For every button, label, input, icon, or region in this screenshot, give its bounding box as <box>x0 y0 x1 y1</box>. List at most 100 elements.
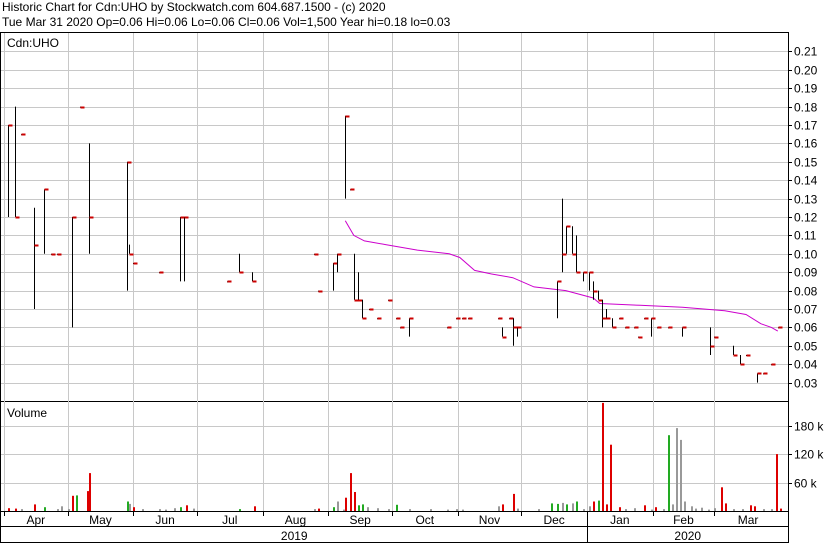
y-axis-labels: 0.03 0.04 0.05 0.06 0.07 0.08 0.09 0.10 0.11 0.12… <box>794 45 824 491</box>
volume-bar <box>513 493 515 511</box>
volume-bar <box>447 509 449 511</box>
volume-bar <box>377 508 379 511</box>
volume-bar <box>165 509 167 511</box>
price-panel-label: Cdn:UHO <box>7 36 59 50</box>
volume-bar <box>551 503 553 511</box>
volume-bar <box>780 508 782 511</box>
volume-bar <box>367 507 369 511</box>
volume-bar <box>672 504 674 511</box>
month-label: Mar <box>738 513 759 527</box>
price-y-tick-label: 0.13 <box>794 193 818 207</box>
volume-bar <box>721 487 723 511</box>
volume-bar <box>44 507 46 511</box>
volume-bar <box>350 473 352 511</box>
volume-bar <box>333 507 335 511</box>
volume-bar <box>76 495 78 511</box>
volume-bar <box>714 508 716 511</box>
volume-bar <box>572 503 574 511</box>
volume-bar <box>180 507 182 511</box>
price-y-tick-label: 0.14 <box>794 174 818 188</box>
volume-bar <box>619 507 621 511</box>
chart-header-title: Historic Chart for Cdn:UHO by Stockwatch… <box>2 0 386 14</box>
month-axis-frame <box>0 511 789 527</box>
volume-bar <box>142 509 144 511</box>
price-y-tick-label: 0.03 <box>794 377 818 391</box>
volume-bar <box>21 509 23 511</box>
month-label: Sep <box>349 513 371 527</box>
volume-bar <box>562 502 564 511</box>
price-y-tick-label: 0.15 <box>794 156 818 170</box>
volume-bar <box>708 509 710 511</box>
volume-bar <box>538 509 540 511</box>
volume-bar <box>159 509 161 511</box>
volume-bar <box>625 509 627 511</box>
volume-bar <box>750 505 752 511</box>
volume-bar <box>68 509 70 511</box>
price-y-tick-label: 0.20 <box>794 64 818 78</box>
volume-bar <box>634 508 636 511</box>
month-label: Apr <box>26 513 45 527</box>
volume-bar <box>610 444 612 511</box>
volume-bar <box>87 491 89 511</box>
volume-bar <box>502 504 504 511</box>
volume-bar <box>644 505 646 511</box>
volume-bar <box>598 500 600 511</box>
volume-y-tick-label: 60 k <box>794 477 818 491</box>
chart-header-quote: Tue Mar 31 2020 Op=0.06 Hi=0.06 Lo=0.06 … <box>2 15 451 29</box>
volume-bar <box>345 497 347 511</box>
volume-bar <box>701 507 703 511</box>
volume-bar <box>362 504 364 511</box>
volume-bar <box>576 501 578 511</box>
volume-bar <box>174 508 176 511</box>
volume-panel-frame <box>0 401 789 512</box>
volume-bar <box>409 509 411 511</box>
month-label: Jul <box>222 513 237 527</box>
price-y-tick-label: 0.21 <box>794 45 818 59</box>
volume-bar <box>354 492 356 511</box>
month-label: Jun <box>155 513 174 527</box>
volume-bar <box>254 506 256 511</box>
volume-bar <box>498 506 500 511</box>
volume-panel-label: Volume <box>7 406 47 420</box>
volume-bar <box>680 439 682 511</box>
price-y-tick-label: 0.10 <box>794 248 818 262</box>
volume-bar <box>668 435 670 511</box>
volume-bar <box>462 509 464 511</box>
volume-bar <box>776 454 778 511</box>
volume-bar <box>733 509 735 511</box>
volume-bar <box>239 509 241 511</box>
volume-bar <box>589 506 591 511</box>
stock-chart: Historic Chart for Cdn:UHO by Stockwatch… <box>0 0 830 543</box>
price-y-tick-label: 0.11 <box>794 229 817 243</box>
volume-bar <box>583 509 585 511</box>
month-label: Jan <box>610 513 629 527</box>
price-y-tick-label: 0.07 <box>794 303 818 317</box>
volume-bar <box>456 509 458 511</box>
volume-bar <box>133 507 135 511</box>
chart-canvas: Historic Chart for Cdn:UHO by Stockwatch… <box>0 0 824 543</box>
month-label: May <box>89 513 112 527</box>
volume-bar <box>343 509 345 511</box>
month-label: Oct <box>415 513 434 527</box>
volume-bar <box>684 501 686 511</box>
volume-bar <box>725 503 727 511</box>
volume-bar <box>34 504 36 511</box>
volume-bar <box>57 509 59 511</box>
price-y-tick-label: 0.08 <box>794 285 818 299</box>
volume-bar <box>89 473 91 511</box>
volume-bar <box>655 507 657 511</box>
price-y-tick-label: 0.05 <box>794 340 818 354</box>
volume-bar <box>193 508 195 511</box>
volume-bar <box>430 509 432 511</box>
volume-bar <box>127 501 129 511</box>
price-y-tick-label: 0.09 <box>794 266 818 280</box>
volume-bar <box>337 501 339 511</box>
volume-y-tick-label: 120 k <box>794 448 824 462</box>
volume-bar <box>61 506 63 511</box>
price-y-tick-label: 0.17 <box>794 119 818 133</box>
price-y-tick-label: 0.06 <box>794 321 818 335</box>
volume-bar <box>593 501 595 511</box>
volume-bar <box>314 509 316 511</box>
volume-bar <box>602 402 604 511</box>
volume-bar <box>763 509 765 511</box>
